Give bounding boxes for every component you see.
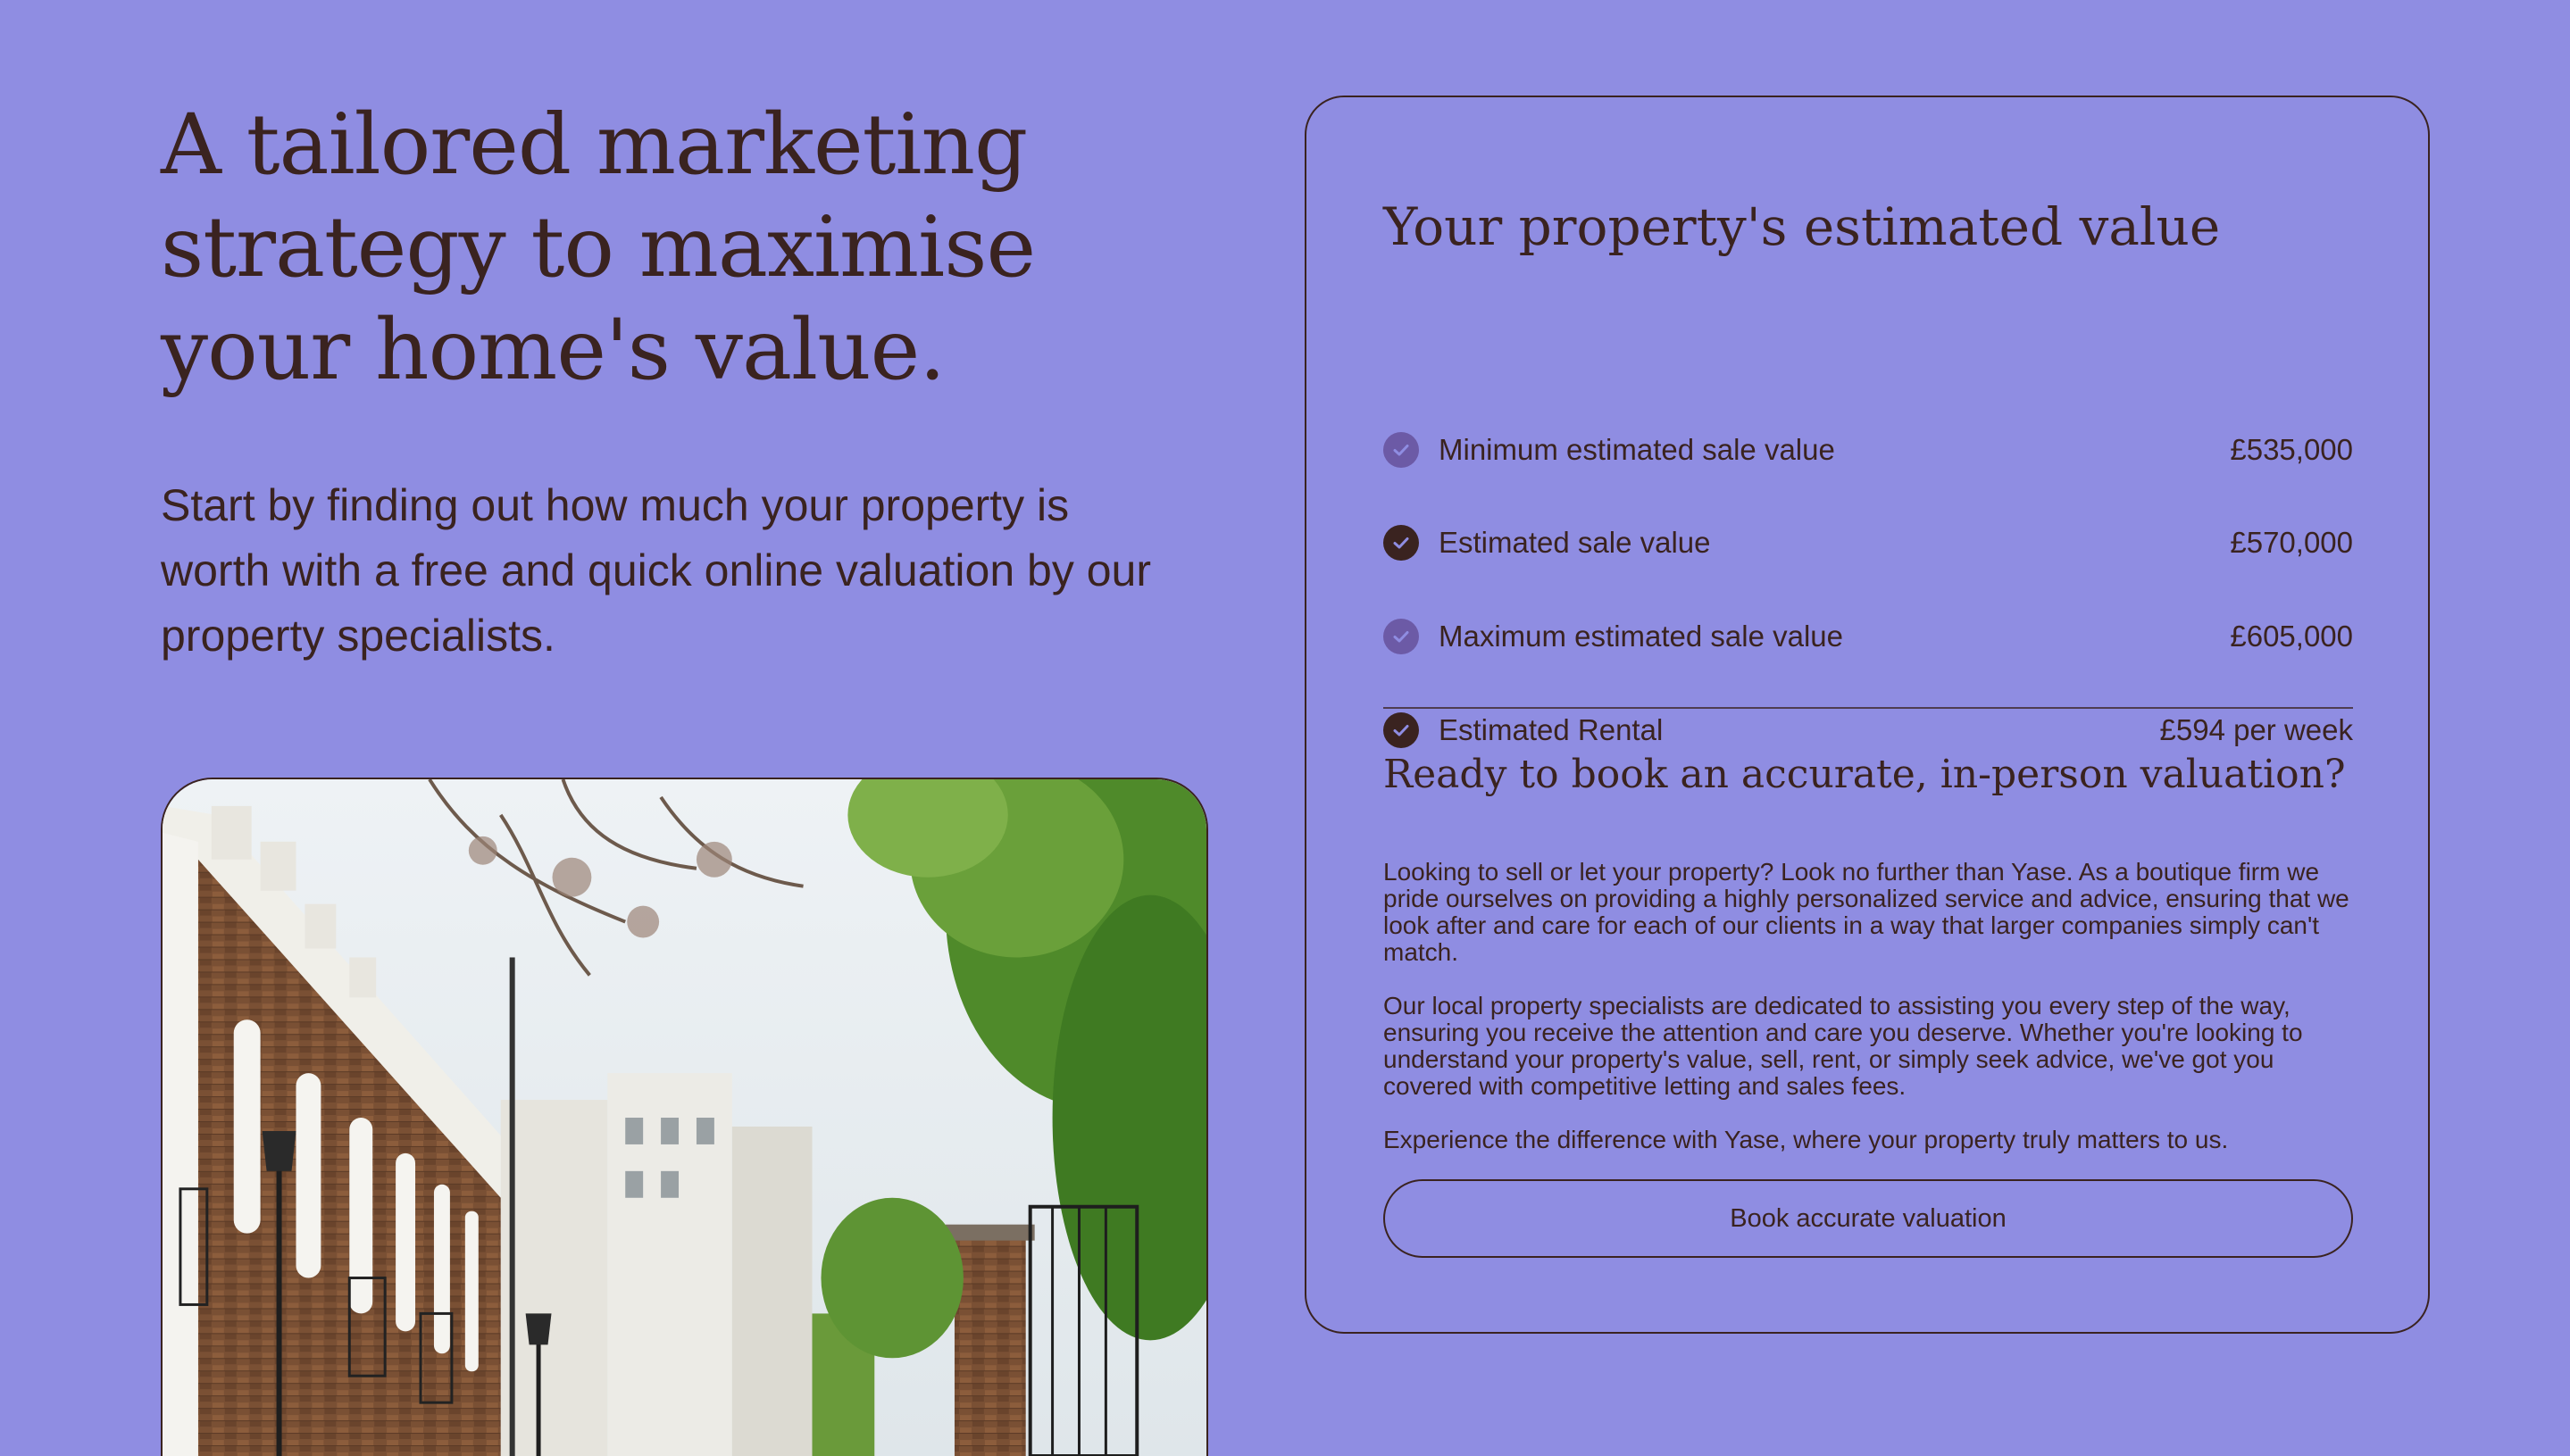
hero-headline: A tailored marketing strategy to maximis… (161, 96, 1036, 399)
check-circle-icon (1383, 525, 1419, 561)
check-circle-icon (1383, 712, 1419, 748)
valuation-label: Maximum estimated sale value (1439, 620, 1844, 653)
divider (1383, 707, 2353, 709)
valuation-row-estimated: Estimated sale value £570,000 (1383, 516, 2353, 570)
valuation-card: Your property's estimated value Minimum … (1305, 96, 2430, 1334)
book-valuation-button[interactable]: Book accurate valuation (1383, 1179, 2353, 1258)
valuation-amount: £570,000 (2230, 526, 2353, 559)
street-photo (161, 778, 1208, 1456)
valuation-amount: £605,000 (2230, 620, 2353, 653)
valuation-amount: £535,000 (2230, 433, 2353, 466)
hero-intro: Start by finding out how much your prope… (161, 480, 1151, 661)
valuation-row-maximum: Maximum estimated sale value £605,000 (1383, 610, 2353, 663)
valuation-title: Your property's estimated value (1383, 196, 2221, 257)
terraced-houses-image (163, 779, 1206, 1456)
check-circle-icon (1383, 432, 1419, 468)
valuation-row-minimum: Minimum estimated sale value £535,000 (1383, 423, 2353, 477)
booking-title: Ready to book an accurate, in-person val… (1383, 752, 2346, 797)
valuation-amount: £594 per week (2159, 713, 2353, 746)
booking-paragraph-3: Experience the difference with Yase, whe… (1383, 1126, 2229, 1153)
valuation-label: Estimated Rental (1439, 713, 1664, 746)
check-circle-icon (1383, 619, 1419, 654)
booking-paragraph-2: Our local property specialists are dedic… (1383, 992, 2303, 1100)
booking-paragraph-1: Looking to sell or let your property? Lo… (1383, 858, 2349, 966)
valuation-label: Estimated sale value (1439, 526, 1711, 559)
valuation-label: Minimum estimated sale value (1439, 433, 1835, 466)
